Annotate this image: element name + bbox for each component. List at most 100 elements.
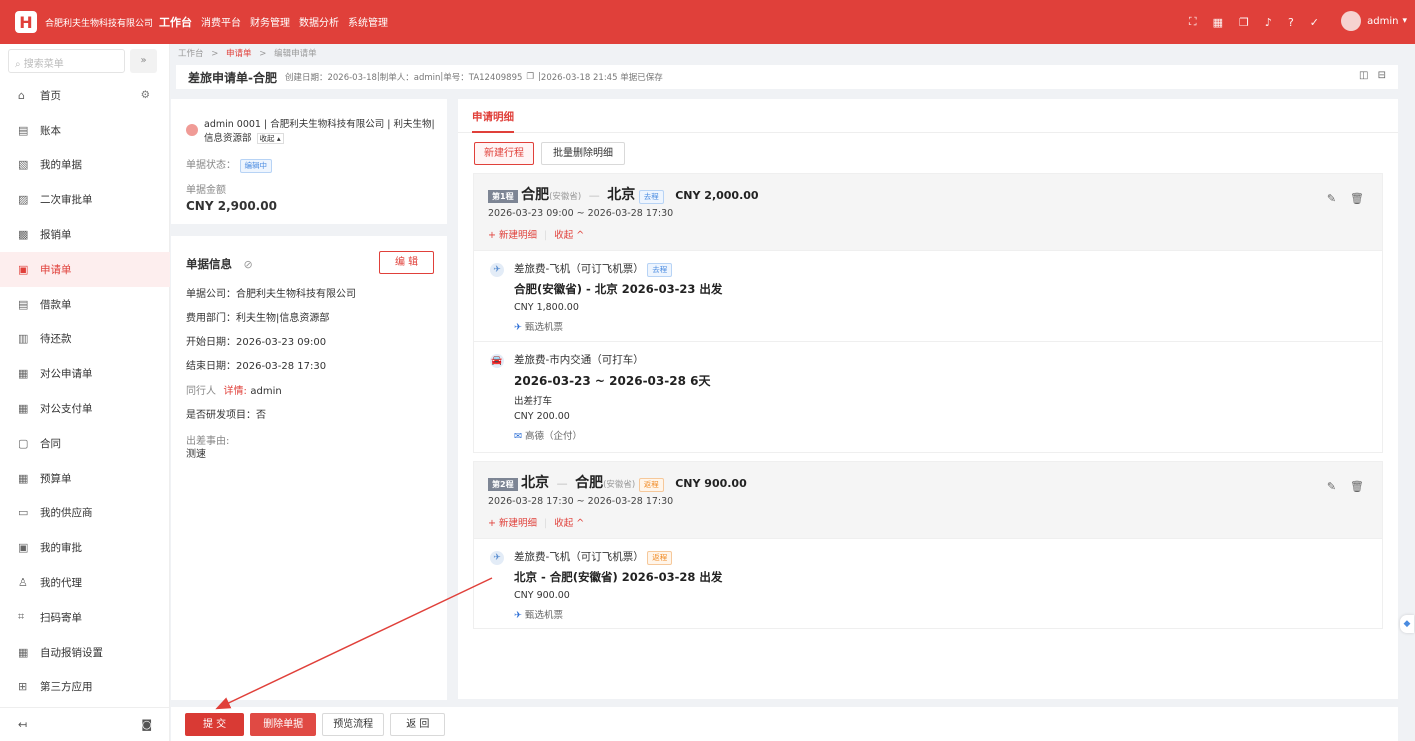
- new-trip-button[interactable]: 新建行程: [474, 142, 534, 165]
- batch-delete-button[interactable]: 批量删除明细: [541, 142, 625, 165]
- list-item[interactable]: ✈ 差旅费-飞机（可订飞机票） 返程 北京 - 合肥(安徽省) 2026-03-…: [474, 538, 1382, 629]
- sidebar-item-loan[interactable]: ▤ 借款单: [0, 287, 170, 322]
- fold-link[interactable]: 收起 ^: [554, 230, 584, 241]
- segment-dates: 2026-03-28 17:30 ~ 2026-03-28 17:30: [488, 496, 674, 507]
- sidebar-item-auto[interactable]: ▦ 自动报销设置: [0, 635, 170, 670]
- amount-value: CNY 2,900.00: [186, 199, 277, 213]
- float-assistant-icon[interactable]: ◆: [1400, 615, 1414, 633]
- plane-icon: ✈: [490, 263, 504, 277]
- sidebar-item-label: 报销单: [40, 229, 72, 242]
- edit-icon[interactable]: ✎: [1327, 192, 1336, 205]
- item-main: 北京 - 合肥(安徽省) 2026-03-28 出发: [514, 570, 723, 584]
- direction-badge: 返程: [638, 478, 664, 492]
- grid-icon[interactable]: ▦: [1213, 16, 1223, 29]
- sidebar-item-ledger[interactable]: ▤ 账本: [0, 113, 170, 148]
- supplier-icon: ▭: [18, 506, 29, 520]
- panel-icon[interactable]: ⊟: [1378, 70, 1386, 81]
- gear-icon[interactable]: ⚙: [141, 89, 150, 101]
- sidebar-item-corp-apply[interactable]: ▦ 对公申请单: [0, 356, 170, 391]
- edit-button[interactable]: 编 辑: [379, 251, 435, 274]
- nav-system[interactable]: 系统管理: [348, 2, 388, 42]
- back-button[interactable]: 返 回: [390, 712, 446, 736]
- submit-button[interactable]: 提 交: [185, 712, 245, 736]
- help-icon[interactable]: ?: [1288, 16, 1294, 29]
- sidebar-item-contract[interactable]: ▢ 合同: [0, 426, 170, 461]
- item-vendor: 甄选机票: [525, 610, 564, 621]
- fold-link[interactable]: 收起 ^: [554, 518, 584, 529]
- sidebar-item-repay[interactable]: ▥ 待还款: [0, 322, 170, 357]
- copy-icon[interactable]: ❐: [526, 72, 534, 82]
- sidebar-item-supplier[interactable]: ▭ 我的供应商: [0, 496, 170, 531]
- collapse-link[interactable]: 收起 ▴: [256, 133, 284, 144]
- sidebar-item-agent[interactable]: ♙ 我的代理: [0, 565, 170, 600]
- add-detail-link[interactable]: + 新建明细: [488, 518, 537, 529]
- sidebar-item-label: 首页: [40, 89, 61, 102]
- item-title-row: 差旅费-飞机（可订飞机票） 返程: [514, 549, 673, 565]
- tab-apply-detail[interactable]: 申请明细: [472, 99, 514, 133]
- split-view-icon[interactable]: ◫: [1359, 70, 1368, 81]
- copy-icon[interactable]: ❐: [1239, 16, 1249, 29]
- corp-apply-icon: ▦: [18, 367, 29, 381]
- rd-project: 是否研发项目：否: [186, 410, 266, 421]
- nav-analytics[interactable]: 数据分析: [299, 2, 339, 42]
- sidebar-item-my-approval[interactable]: ▣ 我的审批: [0, 530, 170, 565]
- breadcrumb-list[interactable]: 申请单: [226, 49, 252, 59]
- sidebar-item-label: 我的代理: [40, 577, 82, 590]
- exit-icon[interactable]: ↤: [18, 718, 27, 731]
- item-amount: CNY 900.00: [514, 590, 570, 601]
- screenshot-icon[interactable]: ◙: [141, 718, 152, 731]
- nav-finance[interactable]: 财务管理: [250, 2, 290, 42]
- app-logo[interactable]: H: [15, 11, 37, 33]
- companion-detail-link[interactable]: 详情:: [224, 386, 247, 397]
- sidebar-item-budget[interactable]: ▦ 预算单: [0, 461, 170, 496]
- scan-icon: ⌗: [18, 610, 25, 624]
- sidebar-item-home[interactable]: ⌂ 首页 ⚙: [0, 78, 170, 113]
- search-icon: ⌕: [15, 59, 24, 70]
- breadcrumb-home[interactable]: 工作台: [178, 49, 204, 59]
- sidebar-item-label: 借款单: [40, 298, 72, 311]
- add-detail-link[interactable]: + 新建明细: [488, 230, 537, 241]
- my-approval-icon: ▣: [18, 541, 29, 555]
- to-province: (安徽省): [603, 480, 636, 490]
- check-icon[interactable]: ✓: [1310, 16, 1319, 29]
- segment-links: + 新建明细 | 收起 ^: [488, 518, 585, 529]
- fullscreen-icon[interactable]: ⛶: [1189, 15, 1197, 29]
- bell-icon[interactable]: ♪: [1265, 16, 1272, 29]
- delete-doc-button[interactable]: 删除单据: [250, 712, 317, 736]
- nav-workbench[interactable]: 工作台: [159, 2, 192, 42]
- sidebar-item-corp-pay[interactable]: ▦ 对公支付单: [0, 391, 170, 426]
- sidebar-item-apply[interactable]: ▣ 申请单: [0, 251, 170, 287]
- action-bar: 提 交 删除单据 预览流程 返 回: [171, 707, 1398, 741]
- sidebar-item-second-approval[interactable]: ▨ 二次审批单: [0, 182, 170, 217]
- list-item[interactable]: 🚘 差旅费-市内交通（可打车） 2026-03-23 ~ 2026-03-28 …: [474, 341, 1382, 453]
- reason-value: 测速: [186, 449, 206, 460]
- list-item[interactable]: ✈ 差旅费-飞机（可订飞机票） 去程 合肥(安徽省) - 北京 2026-03-…: [474, 250, 1382, 341]
- sidebar-item-scan[interactable]: ⌗ 扫码寄单: [0, 600, 170, 635]
- search-input[interactable]: ⌕ 搜索菜单: [8, 49, 125, 73]
- sidebar-item-my-docs[interactable]: ▧ 我的单据: [0, 148, 170, 183]
- preview-flow-button[interactable]: 预览流程: [322, 712, 385, 736]
- sidebar-item-apps[interactable]: ⊞ 第三方应用: [0, 670, 170, 705]
- info-row-start: 开始日期：2026-03-23 09:00: [186, 337, 327, 348]
- collapse-button[interactable]: »: [130, 49, 157, 73]
- item-vendor-row: ✈ 甄选机票: [514, 319, 563, 333]
- chevron-down-icon: ▾: [1402, 16, 1407, 26]
- trash-icon[interactable]: 🗑: [1350, 192, 1364, 205]
- user-menu[interactable]: admin ▾: [1341, 11, 1407, 31]
- doc-info-card: 单据信息 ⊘ 编 辑 单据公司：合肥利夫生物科技有限公司 费用部门：利夫生物|信…: [171, 236, 447, 700]
- sidebar-item-label: 自动报销设置: [40, 646, 103, 659]
- page-title: 差旅申请单-合肥: [188, 70, 277, 85]
- home-icon: ⌂: [18, 88, 25, 102]
- route-line: 第1程 合肥(安徽省) — 北京 去程 CNY 2,000.00: [488, 184, 759, 204]
- breadcrumb-sep: >: [259, 49, 267, 59]
- breadcrumb: 工作台 > 申请单 > 编辑申请单: [178, 44, 317, 60]
- flight-icon: ✈: [514, 322, 522, 333]
- nav-consumption[interactable]: 消费平台: [201, 2, 241, 42]
- trash-icon[interactable]: 🗑: [1350, 480, 1364, 493]
- sidebar-item-label: 申请单: [40, 263, 72, 276]
- docs-icon: ▧: [18, 158, 29, 172]
- eye-off-icon[interactable]: ⊘: [244, 258, 253, 271]
- sidebar-item-reimburse[interactable]: ▩ 报销单: [0, 217, 170, 252]
- avatar: [1341, 11, 1362, 31]
- edit-icon[interactable]: ✎: [1327, 480, 1336, 493]
